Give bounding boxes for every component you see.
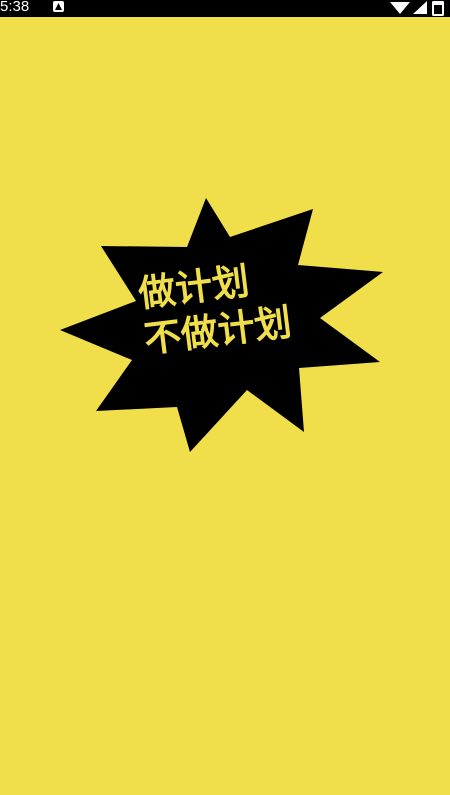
notification-icon — [53, 1, 64, 12]
slogan-text: 做计划 不做计划 — [136, 254, 294, 363]
status-bar: 5:38 — [0, 0, 450, 17]
wifi-icon — [390, 2, 410, 14]
status-icons — [390, 1, 444, 16]
status-time: 5:38 — [0, 0, 30, 15]
splash-screen: 5:38 做计划 不做计划 — [0, 0, 450, 795]
signal-icon — [413, 1, 427, 14]
